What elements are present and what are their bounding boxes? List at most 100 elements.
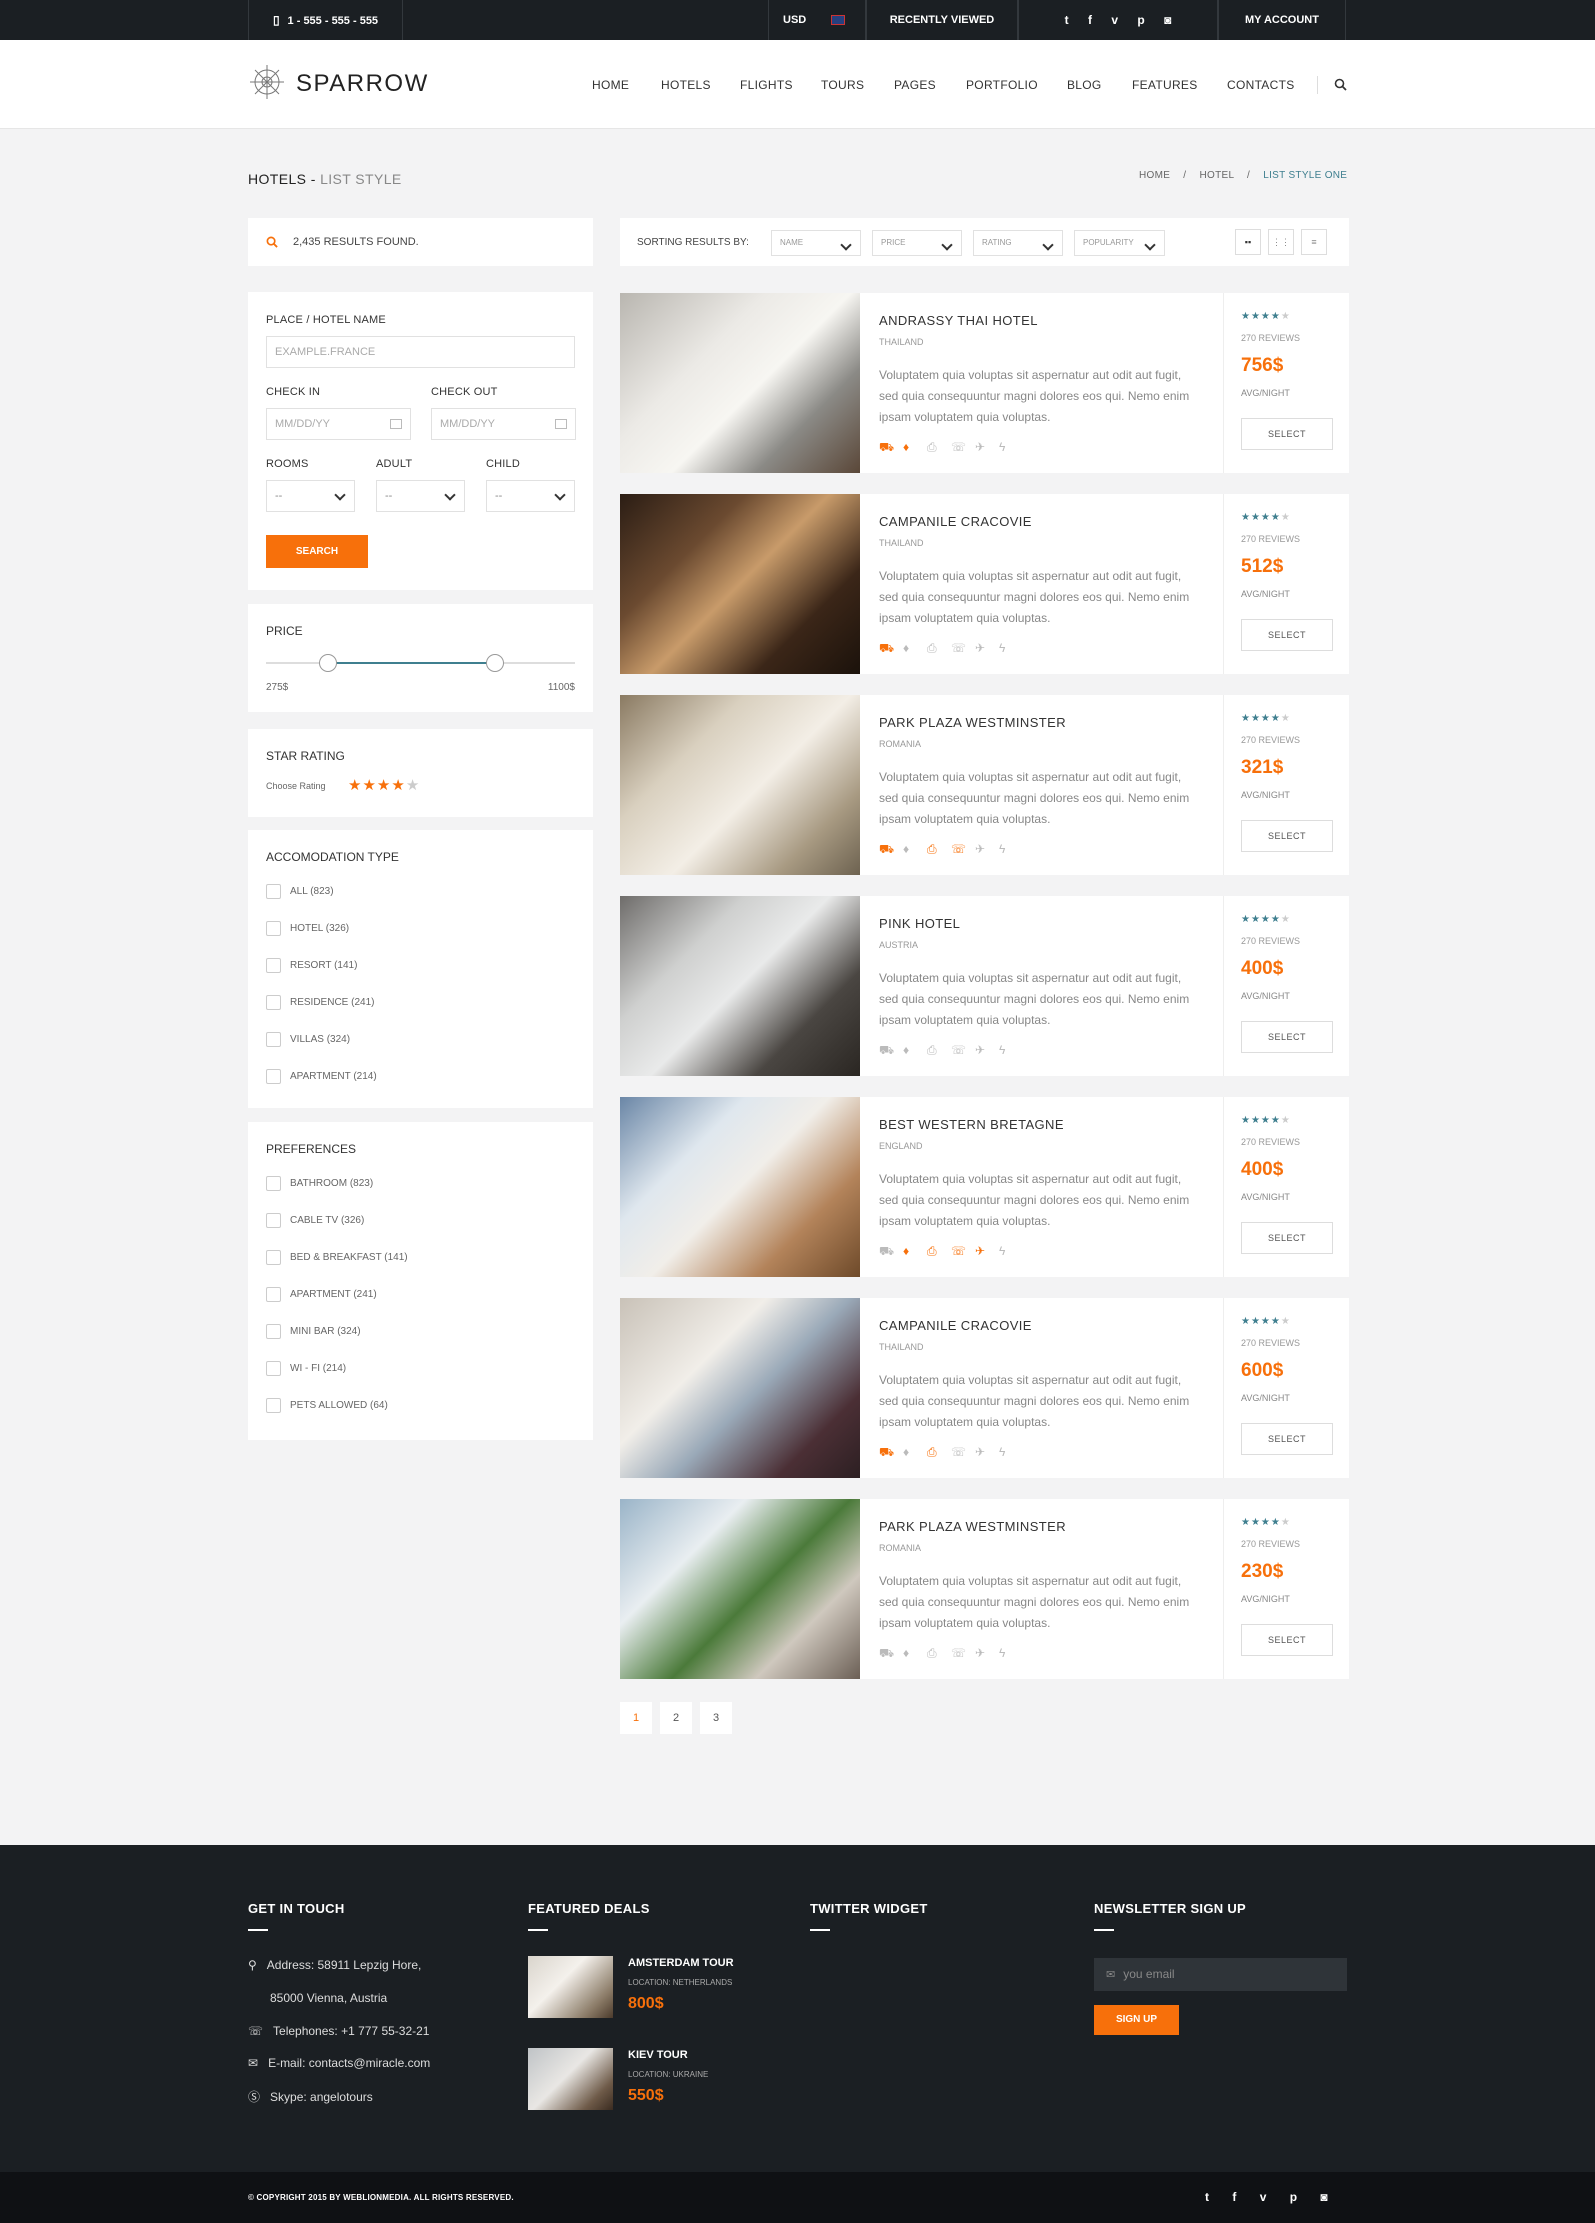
preference-checkbox[interactable]: [266, 1176, 281, 1191]
pinterest-icon[interactable]: p: [1137, 13, 1144, 27]
search-button[interactable]: SEARCH: [266, 535, 368, 568]
star-icon[interactable]: ★: [377, 777, 391, 794]
page-3[interactable]: 3: [700, 1702, 732, 1734]
preference-checkbox[interactable]: [266, 1287, 281, 1302]
star-icon[interactable]: ★: [391, 777, 405, 794]
hotel-reviews[interactable]: 270 REVIEWS: [1241, 1137, 1300, 1147]
hotel-reviews[interactable]: 270 REVIEWS: [1241, 333, 1300, 343]
hotel-image[interactable]: [620, 1097, 860, 1277]
hotel-image[interactable]: [620, 896, 860, 1076]
newsletter-email-input[interactable]: ✉ you email: [1094, 1958, 1347, 1991]
accommodation-checkbox[interactable]: [266, 995, 281, 1010]
footer-skype[interactable]: Ⓢ Skype: angelotours: [248, 2088, 373, 2105]
facebook-icon[interactable]: f: [1088, 13, 1092, 27]
select-button[interactable]: SELECT: [1241, 619, 1333, 651]
child-select[interactable]: --: [486, 480, 575, 512]
select-button[interactable]: SELECT: [1241, 820, 1333, 852]
select-button[interactable]: SELECT: [1241, 418, 1333, 450]
hotel-name[interactable]: PARK PLAZA WESTMINSTER: [879, 715, 1066, 730]
currency-selector[interactable]: USD: [768, 0, 866, 40]
instagram-icon[interactable]: ◙: [1320, 2190, 1327, 2204]
footer-email[interactable]: ✉ E-mail: contacts@miracle.com: [248, 2056, 430, 2070]
preference-checkbox[interactable]: [266, 1250, 281, 1265]
deal-name-2[interactable]: KIEV TOUR: [628, 2049, 688, 2061]
logo-text[interactable]: SPARROW: [296, 70, 429, 98]
hotel-reviews[interactable]: 270 REVIEWS: [1241, 1539, 1300, 1549]
nav-pages[interactable]: PAGES: [894, 78, 936, 92]
nav-blog[interactable]: BLOG: [1067, 78, 1102, 92]
vimeo-icon[interactable]: v: [1111, 13, 1118, 27]
hotel-image[interactable]: [620, 1298, 860, 1478]
price-slider-track[interactable]: [266, 654, 575, 672]
hotel-name[interactable]: PINK HOTEL: [879, 916, 960, 931]
price-max-handle[interactable]: [485, 654, 504, 672]
select-button[interactable]: SELECT: [1241, 1222, 1333, 1254]
checkout-input[interactable]: MM/DD/YY: [431, 408, 576, 440]
sort-name[interactable]: NAME: [771, 230, 861, 256]
sort-rating[interactable]: RATING: [973, 230, 1063, 256]
hotel-name[interactable]: CAMPANILE CRACOVIE: [879, 1318, 1032, 1333]
nav-contacts[interactable]: CONTACTS: [1227, 78, 1295, 92]
select-button[interactable]: SELECT: [1241, 1624, 1333, 1656]
hotel-image[interactable]: [620, 494, 860, 674]
preference-checkbox[interactable]: [266, 1324, 281, 1339]
sort-price[interactable]: PRICE: [872, 230, 962, 256]
hotel-name[interactable]: CAMPANILE CRACOVIE: [879, 514, 1032, 529]
deal-image-amsterdam[interactable]: [528, 1956, 613, 2018]
select-button[interactable]: SELECT: [1241, 1423, 1333, 1455]
star-icon[interactable]: ★: [362, 777, 376, 794]
hotel-reviews[interactable]: 270 REVIEWS: [1241, 534, 1300, 544]
nav-features[interactable]: FEATURES: [1132, 78, 1198, 92]
rooms-select[interactable]: --: [266, 480, 355, 512]
grid-view-icon[interactable]: ⋮⋮: [1268, 229, 1294, 255]
star-rating-picker[interactable]: ★★★★★: [348, 776, 420, 794]
breadcrumb-hotel[interactable]: HOTEL: [1199, 170, 1233, 181]
hotel-image[interactable]: [620, 1499, 860, 1679]
pinterest-icon[interactable]: p: [1290, 2190, 1297, 2204]
page-2[interactable]: 2: [660, 1702, 692, 1734]
hotel-reviews[interactable]: 270 REVIEWS: [1241, 936, 1300, 946]
grid-large-view-icon[interactable]: ▪▪: [1235, 229, 1261, 255]
search-icon[interactable]: [1334, 78, 1347, 96]
my-account-link[interactable]: MY ACCOUNT: [1218, 0, 1346, 40]
nav-portfolio[interactable]: PORTFOLIO: [966, 78, 1038, 92]
nav-hotels[interactable]: HOTELS: [661, 78, 711, 92]
hotel-name[interactable]: BEST WESTERN BRETAGNE: [879, 1117, 1064, 1132]
accommodation-checkbox[interactable]: [266, 958, 281, 973]
nav-tours[interactable]: TOURS: [821, 78, 864, 92]
signup-button[interactable]: SIGN UP: [1094, 2005, 1179, 2035]
star-icon[interactable]: ★: [406, 777, 420, 794]
accommodation-checkbox[interactable]: [266, 884, 281, 899]
list-view-icon[interactable]: ≡: [1301, 229, 1327, 255]
hotel-image[interactable]: [620, 695, 860, 875]
preference-checkbox[interactable]: [266, 1361, 281, 1376]
place-input[interactable]: EXAMPLE.FRANCE: [266, 336, 575, 368]
hotel-name[interactable]: ANDRASSY THAI HOTEL: [879, 313, 1038, 328]
hotel-name[interactable]: PARK PLAZA WESTMINSTER: [879, 1519, 1066, 1534]
checkin-input[interactable]: MM/DD/YY: [266, 408, 411, 440]
twitter-icon[interactable]: t: [1205, 2190, 1209, 2204]
vimeo-icon[interactable]: v: [1260, 2190, 1267, 2204]
facebook-icon[interactable]: f: [1232, 2190, 1236, 2204]
price-min-handle[interactable]: [318, 654, 337, 672]
accommodation-checkbox[interactable]: [266, 1069, 281, 1084]
accommodation-checkbox[interactable]: [266, 1032, 281, 1047]
accommodation-checkbox[interactable]: [266, 921, 281, 936]
twitter-icon[interactable]: t: [1065, 13, 1069, 27]
page-1[interactable]: 1: [620, 1702, 652, 1734]
preference-checkbox[interactable]: [266, 1398, 281, 1413]
adult-select[interactable]: --: [376, 480, 465, 512]
deal-image-kiev[interactable]: [528, 2048, 613, 2110]
sort-popularity[interactable]: POPULARITY: [1074, 230, 1165, 256]
recently-viewed-link[interactable]: RECENTLY VIEWED: [866, 0, 1018, 40]
select-button[interactable]: SELECT: [1241, 1021, 1333, 1053]
hotel-reviews[interactable]: 270 REVIEWS: [1241, 735, 1300, 745]
nav-flights[interactable]: FLIGHTS: [740, 78, 793, 92]
hotel-image[interactable]: [620, 293, 860, 473]
instagram-icon[interactable]: ◙: [1164, 13, 1171, 27]
deal-name-1[interactable]: AMSTERDAM TOUR: [628, 1957, 734, 1969]
star-icon[interactable]: ★: [348, 777, 362, 794]
hotel-reviews[interactable]: 270 REVIEWS: [1241, 1338, 1300, 1348]
nav-home[interactable]: HOME: [592, 78, 629, 92]
logo-icon[interactable]: [248, 63, 286, 101]
